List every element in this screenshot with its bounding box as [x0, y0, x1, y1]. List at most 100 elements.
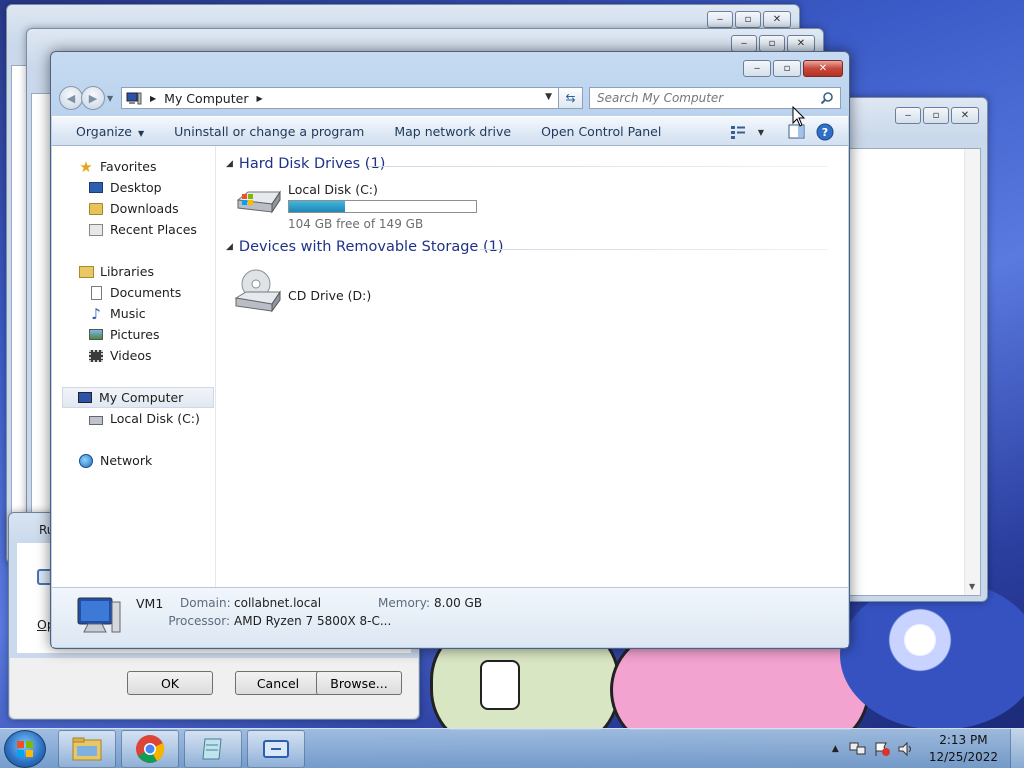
drive-label: CD Drive (D:) — [288, 288, 372, 303]
close-button[interactable]: ✕ — [787, 35, 815, 52]
close-button[interactable]: ✕ — [951, 107, 979, 124]
address-dropdown-icon[interactable]: ▼ — [545, 92, 552, 102]
breadcrumb-my-computer[interactable]: My Computer — [164, 91, 248, 106]
nav-label: Pictures — [110, 327, 160, 342]
cancel-button[interactable]: Cancel — [235, 671, 321, 695]
maximize-button[interactable]: ▫ — [773, 60, 801, 77]
nav-network[interactable]: Network — [52, 450, 215, 471]
breadcrumb-separator-icon[interactable]: ▶ — [150, 94, 156, 103]
nav-local-disk[interactable]: Local Disk (C:) — [52, 408, 215, 429]
nav-videos[interactable]: Videos — [52, 345, 215, 366]
show-desktop-button[interactable] — [1010, 729, 1024, 768]
vertical-scrollbar[interactable]: ▼ — [964, 149, 980, 595]
forward-button[interactable]: ▶ — [81, 86, 105, 110]
domain-label: Domain: — [180, 596, 231, 610]
maximize-button[interactable]: ▫ — [759, 35, 785, 52]
command-bar: Organize ▼ Uninstall or change a program … — [52, 116, 848, 146]
nav-music[interactable]: ♪ Music — [52, 303, 215, 324]
nav-downloads[interactable]: Downloads — [52, 198, 215, 219]
content-pane: ◢ Hard Disk Drives (1) Local Disk (C:) 1… — [216, 146, 848, 587]
recent-pages-dropdown[interactable]: ▼ — [107, 94, 117, 103]
drive-local-disk-c[interactable]: Local Disk (C:) 104 GB free of 149 GB — [234, 182, 477, 231]
breadcrumb-separator-icon[interactable]: ▶ — [256, 94, 262, 103]
uninstall-program-button[interactable]: Uninstall or change a program — [174, 124, 364, 139]
group-title: Devices with Removable Storage (1) — [238, 239, 504, 255]
open-control-panel-button[interactable]: Open Control Panel — [541, 124, 661, 139]
hard-drive-icon — [236, 190, 281, 214]
group-title: Hard Disk Drives (1) — [238, 156, 386, 172]
minimize-button[interactable]: ‒ — [707, 11, 733, 28]
memory-value: 8.00 GB — [434, 596, 483, 610]
close-button[interactable]: ✕ — [803, 60, 843, 77]
refresh-button[interactable]: ⇆ — [559, 87, 583, 109]
windows-logo-icon — [17, 741, 33, 757]
nav-label: Music — [110, 306, 146, 321]
nav-documents[interactable]: Documents — [52, 282, 215, 303]
address-bar[interactable]: ▶ My Computer ▶ ▼ — [121, 87, 559, 109]
svg-text:?: ? — [822, 126, 828, 139]
browse-button[interactable]: Browse... — [316, 671, 402, 695]
nav-my-computer[interactable]: My Computer — [62, 387, 214, 408]
nav-libraries[interactable]: Libraries — [52, 261, 215, 282]
drive-free-space: 104 GB free of 149 GB — [288, 217, 424, 231]
pictures-icon — [88, 327, 104, 343]
explorer-window[interactable]: ‒ ▫ ✕ ◀ ▶ ▼ ▶ My Computer ▶ ▼ ⇆ Organize… — [50, 51, 850, 649]
taskbar-run[interactable] — [247, 730, 305, 768]
maximize-button[interactable]: ▫ — [735, 11, 761, 28]
search-icon[interactable] — [820, 91, 834, 105]
clock[interactable]: 2:13 PM 12/25/2022 — [929, 732, 998, 766]
minimize-button[interactable]: ‒ — [895, 107, 921, 124]
search-input[interactable] — [597, 91, 797, 105]
close-button[interactable]: ✕ — [763, 11, 791, 28]
ok-button[interactable]: OK — [127, 671, 213, 695]
disk-usage-bar — [288, 200, 477, 213]
system-tray: ▲ 2:13 PM 12/25/2022 — [832, 729, 1024, 768]
libraries-icon — [78, 264, 94, 280]
processor-value: AMD Ryzen 7 5800X 8-C... — [234, 614, 392, 628]
show-hidden-icons-icon[interactable]: ▲ — [832, 744, 839, 754]
chevron-down-icon: ▼ — [138, 128, 145, 138]
nav-favorites[interactable]: ★ Favorites — [52, 156, 215, 177]
folder-icon — [72, 737, 102, 761]
minimize-button[interactable]: ‒ — [731, 35, 757, 52]
memory-label: Memory: — [378, 596, 430, 610]
minimize-button[interactable]: ‒ — [743, 60, 771, 77]
collapse-triangle-icon[interactable]: ◢ — [226, 242, 233, 252]
desktop-icon — [88, 180, 104, 196]
nav-recent-places[interactable]: Recent Places — [52, 219, 215, 240]
nav-label: Documents — [110, 285, 182, 300]
nav-desktop[interactable]: Desktop — [52, 177, 215, 198]
cd-drive-icon — [234, 269, 281, 313]
scroll-down-arrow-icon[interactable]: ▼ — [969, 582, 975, 591]
organize-menu[interactable]: Organize ▼ — [76, 124, 144, 139]
group-hard-disk-drives[interactable]: ◢ Hard Disk Drives (1) — [226, 156, 828, 172]
view-dropdown-icon[interactable]: ▼ — [758, 128, 764, 137]
drive-cd-d[interactable]: CD Drive (D:) — [234, 268, 371, 314]
computer-icon — [77, 390, 93, 406]
star-icon: ★ — [79, 157, 93, 176]
nav-pictures[interactable]: Pictures — [52, 324, 215, 345]
back-button[interactable]: ◀ — [59, 86, 83, 110]
group-removable-storage[interactable]: ◢ Devices with Removable Storage (1) — [226, 239, 828, 255]
maximize-button[interactable]: ▫ — [923, 107, 949, 124]
network-globe-icon — [78, 453, 94, 469]
map-network-drive-button[interactable]: Map network drive — [394, 124, 511, 139]
collapse-triangle-icon[interactable]: ◢ — [226, 159, 233, 169]
help-icon[interactable]: ? — [816, 123, 834, 141]
volume-icon[interactable] — [897, 741, 915, 757]
taskbar-explorer[interactable] — [58, 730, 116, 768]
recent-places-icon — [88, 222, 104, 238]
run-icon — [263, 740, 289, 758]
processor-label: Processor: — [168, 614, 230, 628]
background-window[interactable]: ‒ ▫ ✕ ▼ — [840, 97, 988, 602]
action-center-flag-icon[interactable] — [873, 741, 891, 757]
hard-drive-icon — [88, 411, 104, 427]
taskbar-chrome[interactable] — [121, 730, 179, 768]
drive-label: Local Disk (C:) — [288, 182, 378, 197]
taskbar-notepad[interactable] — [184, 730, 242, 768]
change-view-icon[interactable] — [730, 125, 748, 139]
organize-label: Organize — [76, 123, 132, 139]
nav-label: Recent Places — [110, 222, 197, 237]
start-button[interactable] — [4, 730, 46, 768]
network-status-icon[interactable] — [849, 741, 867, 757]
